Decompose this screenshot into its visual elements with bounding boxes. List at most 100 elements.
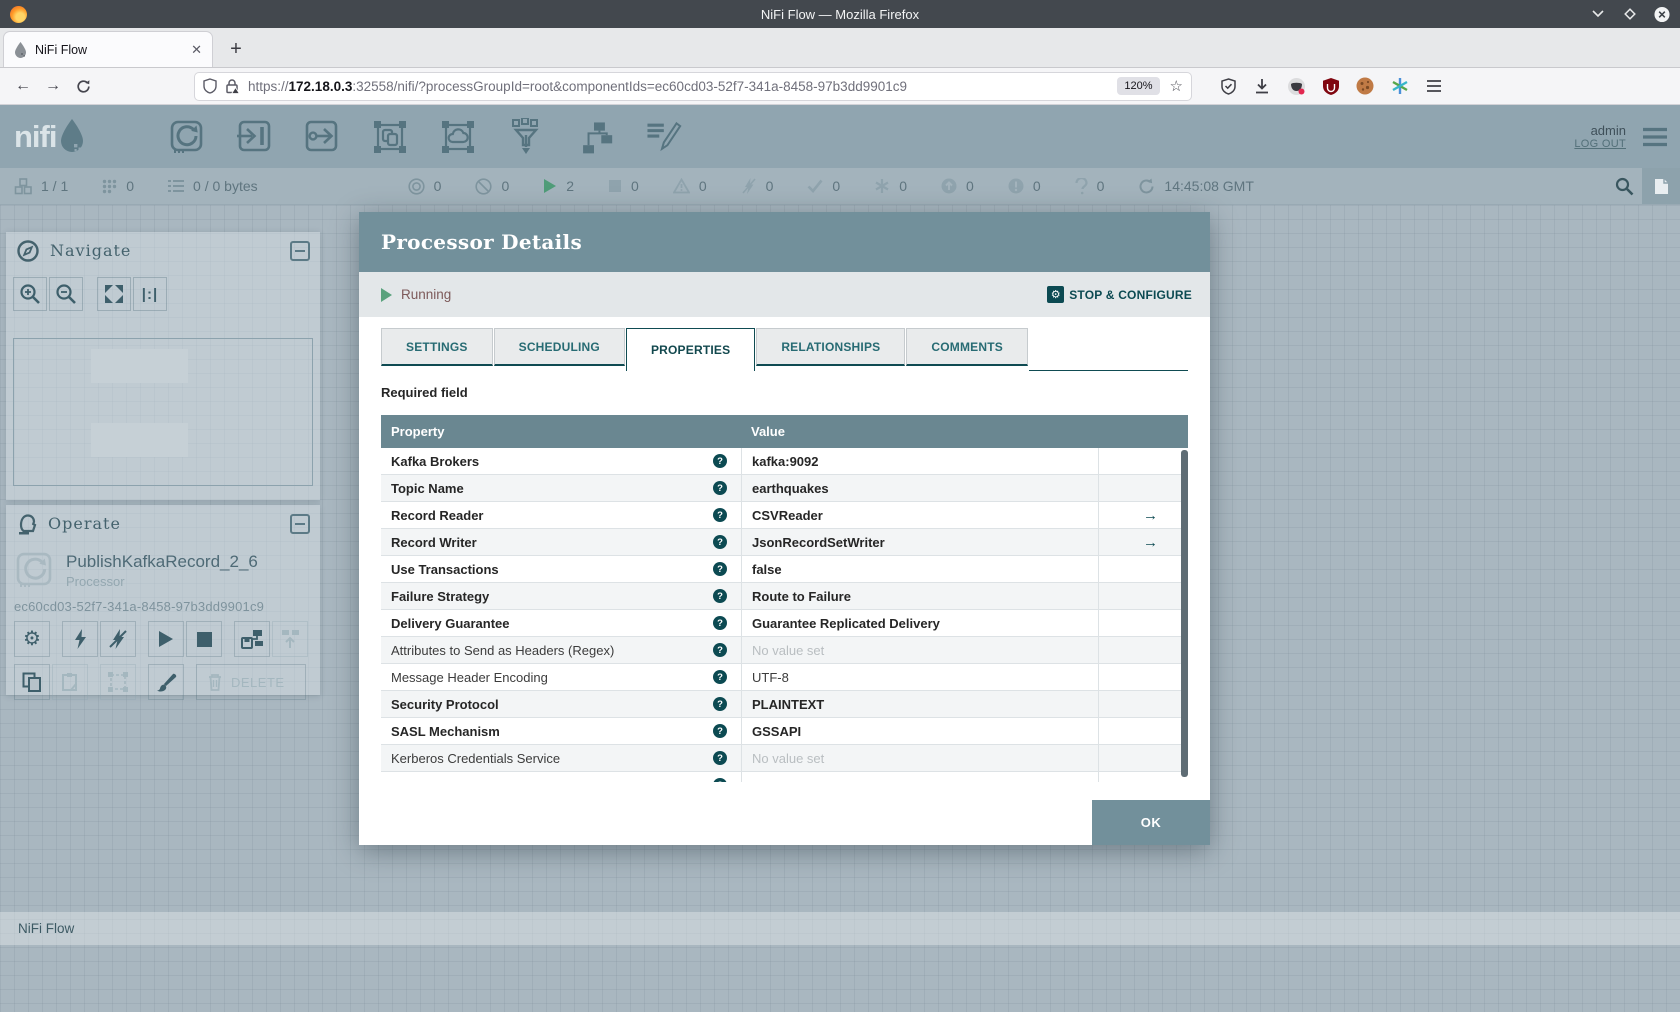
reload-button[interactable] xyxy=(68,72,98,100)
search-button[interactable] xyxy=(1606,168,1642,204)
start-button[interactable] xyxy=(148,621,184,657)
refresh-stat[interactable]: 14:45:08 GMT xyxy=(1138,178,1254,195)
dialog-title: Processor Details xyxy=(381,230,582,254)
table-row[interactable]: Kerberos Credentials Service? No value s… xyxy=(381,745,1188,772)
window-minimize-icon[interactable] xyxy=(1590,6,1606,22)
tab-comments[interactable]: COMMENTS xyxy=(906,328,1028,366)
tab-relationships[interactable]: RELATIONSHIPS xyxy=(756,328,906,366)
output-port-component-icon[interactable] xyxy=(302,119,342,155)
ublock-icon[interactable] xyxy=(1323,77,1339,95)
table-row[interactable]: Attributes to Send as Headers (Regex)? N… xyxy=(381,637,1188,664)
copy-button[interactable] xyxy=(14,664,50,700)
browser-tab[interactable]: NiFi Flow ✕ xyxy=(3,31,213,67)
bulletin-board-button[interactable] xyxy=(1642,168,1680,204)
lock-warning-icon[interactable] xyxy=(225,78,240,94)
table-row[interactable]: Topic Name? earthquakes xyxy=(381,475,1188,502)
enable-button[interactable] xyxy=(62,621,98,657)
table-row[interactable]: Record Reader? CSVReader → xyxy=(381,502,1188,529)
label-component-icon[interactable] xyxy=(642,119,682,155)
zoom-out-button[interactable] xyxy=(49,277,83,311)
stop-button[interactable] xyxy=(186,621,222,657)
new-tab-button[interactable]: + xyxy=(221,34,251,64)
tab-settings[interactable]: SETTINGS xyxy=(381,328,493,366)
operate-panel: Operate PublishKafkaRecord_2_6 Processor… xyxy=(6,505,320,700)
navigate-collapse-button[interactable] xyxy=(290,240,310,261)
bulletin-panel-icon xyxy=(1654,178,1668,194)
input-port-component-icon[interactable] xyxy=(234,119,274,155)
running-status-icon xyxy=(381,287,392,302)
template-component-icon[interactable] xyxy=(574,119,614,155)
download-icon[interactable] xyxy=(1254,78,1270,95)
locally-modified-icon xyxy=(875,179,889,193)
zoom-fit-button[interactable] xyxy=(97,277,131,311)
window-maximize-icon[interactable] xyxy=(1622,6,1638,22)
menu-hamburger-icon[interactable] xyxy=(1426,79,1442,93)
table-row[interactable]: Record Writer? JsonRecordSetWriter → xyxy=(381,529,1188,556)
help-icon[interactable]: ? xyxy=(713,643,727,657)
table-row[interactable]: Security Protocol? PLAINTEXT xyxy=(381,691,1188,718)
multi-account-mask-icon[interactable] xyxy=(1287,77,1306,96)
help-icon[interactable]: ? xyxy=(713,751,727,765)
minimap-processor-block xyxy=(91,349,188,383)
logout-link[interactable]: LOG OUT xyxy=(1574,138,1626,150)
processor-component-icon[interactable] xyxy=(166,119,206,155)
table-row[interactable]: Failure Strategy? Route to Failure xyxy=(381,583,1188,610)
help-icon[interactable]: ? xyxy=(713,616,727,630)
help-icon[interactable]: ? xyxy=(713,670,727,684)
zoom-in-button[interactable] xyxy=(13,277,47,311)
help-icon[interactable]: ? xyxy=(713,589,727,603)
create-template-button[interactable] xyxy=(234,621,270,657)
screen: NiFi Flow — Mozilla Firefox NiFi Flow ✕ … xyxy=(0,0,1680,1012)
current-user: admin xyxy=(1590,123,1626,138)
flow-canvas[interactable]: Navigate |:| Operate PublishKafkaRecord_… xyxy=(0,205,1680,1012)
tracking-shield-icon[interactable] xyxy=(203,78,217,94)
properties-table: Property Value Kafka Brokers? kafka:9092… xyxy=(381,415,1188,782)
selected-component-name: PublishKafkaRecord_2_6 xyxy=(66,552,258,571)
breadcrumb-root-link[interactable]: NiFi Flow xyxy=(18,921,74,936)
zoom-actual-button[interactable]: |:| xyxy=(133,277,167,311)
disable-button[interactable] xyxy=(100,621,136,657)
help-icon[interactable]: ? xyxy=(713,697,727,711)
help-icon[interactable]: ? xyxy=(713,454,727,468)
remote-process-group-component-icon[interactable] xyxy=(438,119,478,155)
back-button[interactable]: ← xyxy=(8,72,38,100)
tab-close-icon[interactable]: ✕ xyxy=(191,42,202,58)
stopped-stat: 0 xyxy=(608,178,639,194)
table-row[interactable]: Message Header Encoding? UTF-8 xyxy=(381,664,1188,691)
column-value: Value xyxy=(751,424,785,439)
operate-collapse-button[interactable] xyxy=(290,513,310,534)
extension-asterisk-icon[interactable] xyxy=(1391,77,1409,95)
table-scrollbar[interactable] xyxy=(1181,450,1188,777)
go-to-service-icon[interactable]: → xyxy=(1143,534,1158,551)
ok-button[interactable]: OK xyxy=(1092,800,1210,845)
configure-button[interactable]: ⚙ xyxy=(14,621,50,657)
help-icon[interactable]: ? xyxy=(713,481,727,495)
tab-properties[interactable]: PROPERTIES xyxy=(625,328,756,371)
table-row[interactable]: Delivery Guarantee? Guarantee Replicated… xyxy=(381,610,1188,637)
pocket-shield-icon[interactable] xyxy=(1220,77,1237,95)
global-menu-icon[interactable] xyxy=(1642,127,1668,147)
delete-button-label: DELETE xyxy=(231,674,285,690)
table-row[interactable]: SASL Mechanism? GSSAPI xyxy=(381,718,1188,745)
cookie-icon[interactable] xyxy=(1356,77,1374,95)
forward-button[interactable]: → xyxy=(38,72,68,100)
table-row[interactable]: Use Transactions? false xyxy=(381,556,1188,583)
process-group-component-icon[interactable] xyxy=(370,119,410,155)
url-bar[interactable]: https://172.18.0.3:32558/nifi/?processGr… xyxy=(194,71,1192,101)
navigate-minimap[interactable] xyxy=(13,338,313,486)
help-icon[interactable]: ? xyxy=(713,508,727,522)
table-row[interactable]: Kafka Brokers? kafka:9092 xyxy=(381,448,1188,475)
help-icon[interactable]: ? xyxy=(713,562,727,576)
help-icon[interactable]: ? xyxy=(713,724,727,738)
operate-panel-title: Operate xyxy=(48,514,121,533)
stop-and-configure-button[interactable]: ⚙ STOP & CONFIGURE xyxy=(1047,286,1192,303)
color-button[interactable] xyxy=(148,664,184,700)
required-field-note: Required field xyxy=(381,385,468,400)
help-icon[interactable]: ? xyxy=(713,535,727,549)
funnel-component-icon[interactable] xyxy=(506,117,546,155)
zoom-indicator[interactable]: 120% xyxy=(1117,77,1160,95)
go-to-service-icon[interactable]: → xyxy=(1143,507,1158,524)
window-close-icon[interactable] xyxy=(1654,6,1670,22)
tab-scheduling[interactable]: SCHEDULING xyxy=(493,328,625,366)
bookmark-star-icon[interactable]: ☆ xyxy=(1170,77,1183,95)
